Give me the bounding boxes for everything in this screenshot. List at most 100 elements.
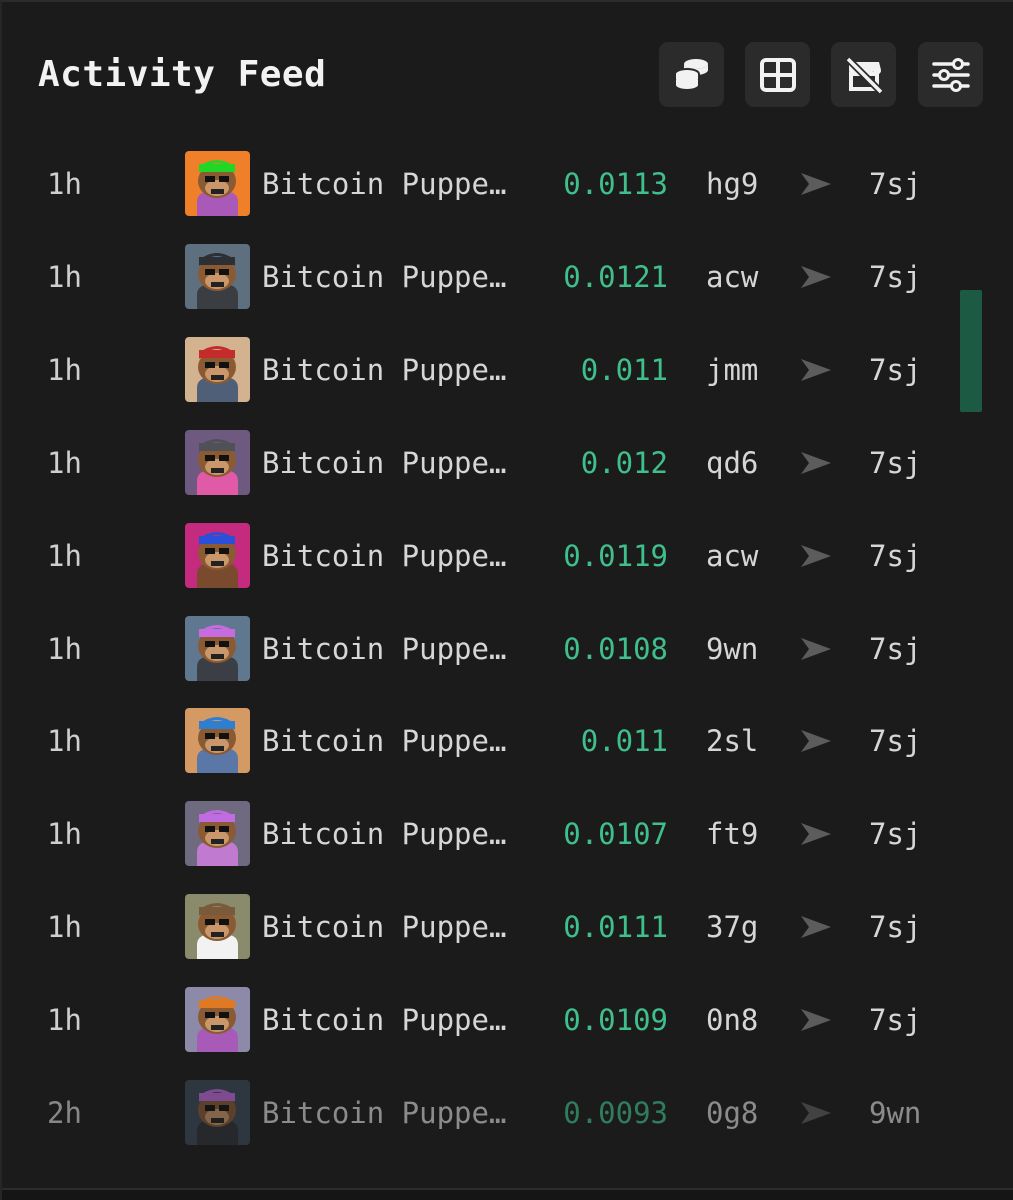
seller-address[interactable]: 0n8 (706, 1002, 758, 1038)
transfer-arrow-icon (799, 636, 833, 662)
grid-icon (758, 55, 798, 95)
time-ago: 1h (47, 817, 82, 851)
collection-name[interactable]: Bitcoin Puppe… (262, 352, 537, 388)
seller-address[interactable]: qd6 (706, 445, 758, 481)
seller-address[interactable]: acw (706, 259, 758, 295)
puppet-avatar-icon (185, 244, 250, 309)
list-item[interactable]: 1h Bitcoin Puppe… 0.0107 ft9 7sj (2, 788, 952, 881)
buyer-address[interactable]: 7sj (869, 166, 921, 202)
time-ago: 1h (47, 632, 82, 666)
time-ago: 1h (47, 446, 82, 480)
sale-price: 0.012 (580, 446, 668, 480)
seller-address[interactable]: ft9 (706, 816, 758, 852)
sale-price: 0.011 (580, 724, 668, 758)
sale-price: 0.0111 (563, 910, 668, 944)
buyer-address[interactable]: 7sj (869, 445, 921, 481)
collection-name[interactable]: Bitcoin Puppe… (262, 1002, 537, 1038)
page-title: Activity Feed (38, 54, 327, 95)
buyer-address[interactable]: 7sj (869, 259, 921, 295)
transfer-arrow-icon (799, 914, 833, 940)
collection-name[interactable]: Bitcoin Puppe… (262, 1095, 537, 1131)
collection-name[interactable]: Bitcoin Puppe… (262, 631, 537, 667)
time-ago: 1h (47, 167, 82, 201)
hide-listings-button[interactable] (831, 42, 896, 107)
transfer-arrow-icon (799, 821, 833, 847)
transfer-arrow-icon (799, 450, 833, 476)
list-item[interactable]: 1h Bitcoin Puppe… 0.0119 acw 7sj (2, 510, 952, 603)
seller-address[interactable]: acw (706, 538, 758, 574)
time-ago: 2h (47, 1096, 82, 1130)
settings-button[interactable] (918, 42, 983, 107)
list-item[interactable]: 1h Bitcoin Puppe… 0.0121 acw 7sj (2, 231, 952, 324)
puppet-avatar-icon (185, 987, 250, 1052)
puppet-avatar-icon (185, 1080, 250, 1145)
buyer-address[interactable]: 7sj (869, 723, 921, 759)
puppet-avatar-icon (185, 337, 250, 402)
puppet-avatar-icon (185, 616, 250, 681)
list-item[interactable]: 1h Bitcoin Puppe… 0.0108 9wn 7sj (2, 603, 952, 696)
buyer-address[interactable]: 7sj (869, 631, 921, 667)
nft-thumbnail[interactable] (185, 894, 250, 959)
buyer-address[interactable]: 7sj (869, 352, 921, 388)
activity-list: 1h Bitcoin Puppe… 0.0113 hg9 7sj 1h Bitcoin Pu… (2, 138, 952, 1188)
puppet-avatar-icon (185, 151, 250, 216)
collection-name[interactable]: Bitcoin Puppe… (262, 909, 537, 945)
collection-name[interactable]: Bitcoin Puppe… (262, 723, 537, 759)
buyer-address[interactable]: 7sj (869, 816, 921, 852)
nft-thumbnail[interactable] (185, 801, 250, 866)
puppet-avatar-icon (185, 430, 250, 495)
buyer-address[interactable]: 7sj (869, 538, 921, 574)
list-item[interactable]: 1h Bitcoin Puppe… 0.0111 37g 7sj (2, 881, 952, 974)
time-ago: 1h (47, 539, 82, 573)
coins-filter-button[interactable] (659, 42, 724, 107)
list-item[interactable]: 2h Bitcoin Puppe… 0.0093 0g8 9wn (2, 1067, 952, 1160)
nft-thumbnail[interactable] (185, 987, 250, 1052)
puppet-avatar-icon (185, 708, 250, 773)
seller-address[interactable]: 9wn (706, 631, 758, 667)
transfer-arrow-icon (799, 1100, 833, 1126)
seller-address[interactable]: jmm (706, 352, 758, 388)
buyer-address[interactable]: 9wn (869, 1095, 921, 1131)
seller-address[interactable]: 2sl (706, 723, 758, 759)
collection-name[interactable]: Bitcoin Puppe… (262, 445, 537, 481)
coins-stack-icon (672, 55, 712, 95)
transfer-arrow-icon (799, 728, 833, 754)
list-item[interactable]: 1h Bitcoin Puppe… 0.012 qd6 7sj (2, 417, 952, 510)
seller-address[interactable]: hg9 (706, 166, 758, 202)
scrollbar-thumb[interactable] (960, 290, 982, 412)
list-item[interactable]: 1h Bitcoin Puppe… 0.0109 0n8 7sj (2, 974, 952, 1067)
nft-thumbnail[interactable] (185, 708, 250, 773)
transfer-arrow-icon (799, 1007, 833, 1033)
collection-name[interactable]: Bitcoin Puppe… (262, 166, 537, 202)
nft-thumbnail[interactable] (185, 523, 250, 588)
nft-thumbnail[interactable] (185, 430, 250, 495)
buyer-address[interactable]: 7sj (869, 1002, 921, 1038)
transfer-arrow-icon (799, 264, 833, 290)
nft-thumbnail[interactable] (185, 337, 250, 402)
seller-address[interactable]: 37g (706, 909, 758, 945)
collection-name[interactable]: Bitcoin Puppe… (262, 538, 537, 574)
collection-name[interactable]: Bitcoin Puppe… (262, 816, 537, 852)
time-ago: 1h (47, 724, 82, 758)
nft-thumbnail[interactable] (185, 244, 250, 309)
time-ago: 1h (47, 1003, 82, 1037)
seller-address[interactable]: 0g8 (706, 1095, 758, 1131)
list-item[interactable]: 1h Bitcoin Puppe… 0.011 jmm 7sj (2, 324, 952, 417)
buyer-address[interactable]: 7sj (869, 909, 921, 945)
time-ago: 1h (47, 910, 82, 944)
puppet-avatar-icon (185, 801, 250, 866)
sale-price: 0.011 (580, 353, 668, 387)
store-off-icon (844, 55, 884, 95)
list-item[interactable]: 1h Bitcoin Puppe… 0.0113 hg9 7sj (2, 138, 952, 231)
nft-thumbnail[interactable] (185, 1080, 250, 1145)
collection-name[interactable]: Bitcoin Puppe… (262, 259, 537, 295)
panel-bottom-edge (2, 1188, 1013, 1200)
time-ago: 1h (47, 260, 82, 294)
list-item[interactable]: 1h Bitcoin Puppe… 0.011 2sl 7sj (2, 695, 952, 788)
grid-view-button[interactable] (745, 42, 810, 107)
sliders-icon (931, 55, 971, 95)
sale-price: 0.0121 (563, 260, 668, 294)
nft-thumbnail[interactable] (185, 151, 250, 216)
nft-thumbnail[interactable] (185, 616, 250, 681)
sale-price: 0.0107 (563, 817, 668, 851)
